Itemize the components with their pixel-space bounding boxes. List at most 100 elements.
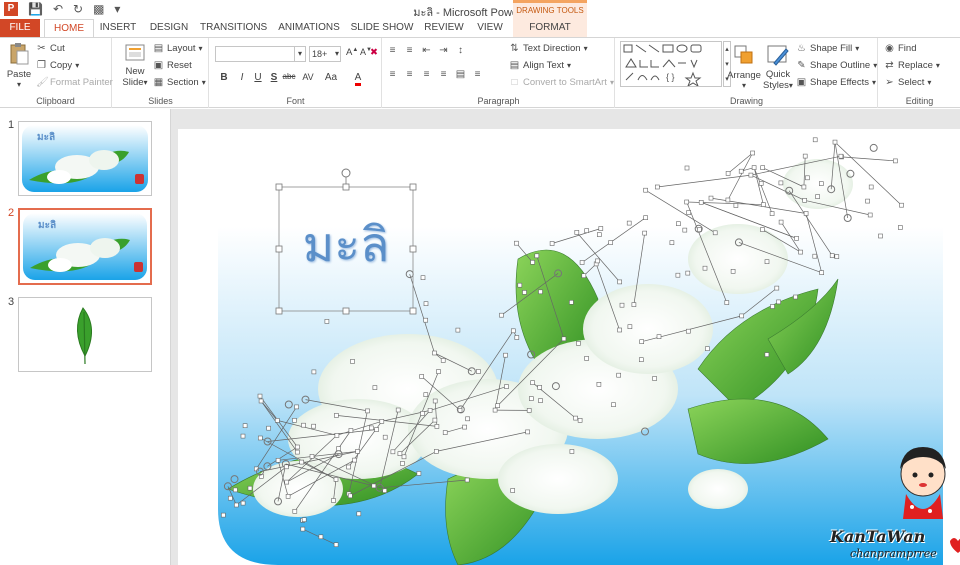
edit-point[interactable] (432, 398, 438, 404)
edit-point[interactable] (247, 485, 253, 491)
tab-transitions[interactable]: TRANSITIONS (200, 19, 267, 37)
edit-point[interactable] (617, 279, 623, 285)
character-spacing-button[interactable]: AV (300, 72, 316, 82)
edit-point[interactable] (764, 352, 770, 357)
font-name-dropdown[interactable]: ▾ (294, 46, 306, 62)
change-case-button[interactable]: Aa (322, 72, 340, 83)
justify-icon[interactable]: ≡ (438, 69, 449, 80)
edit-point[interactable] (240, 433, 246, 439)
edit-point[interactable] (336, 446, 341, 451)
edit-point[interactable] (573, 415, 578, 421)
edit-point[interactable] (423, 392, 429, 398)
tab-view[interactable]: VIEW (472, 19, 508, 37)
edit-point[interactable] (656, 334, 662, 339)
edit-point[interactable] (793, 294, 798, 300)
edit-point[interactable] (619, 302, 625, 308)
edit-point[interactable] (292, 508, 298, 514)
shape-fill-button[interactable]: ♨ Shape Fill ▾ (796, 43, 859, 54)
edit-point[interactable] (419, 374, 424, 379)
edit-point[interactable] (309, 454, 315, 459)
edit-point[interactable] (751, 165, 757, 170)
edit-point[interactable] (778, 180, 784, 186)
edit-point[interactable] (812, 137, 818, 143)
slide-thumbnail-3[interactable] (18, 297, 152, 372)
edit-point[interactable] (838, 153, 844, 159)
edit-point[interactable] (440, 358, 446, 363)
align-center-icon[interactable]: ≡ (404, 69, 415, 80)
edit-point[interactable] (868, 184, 874, 190)
edit-point[interactable] (643, 215, 648, 220)
edit-point[interactable] (598, 226, 604, 231)
edit-point[interactable] (318, 534, 324, 540)
tab-slide-show[interactable]: SLIDE SHOW (350, 19, 414, 37)
edit-point[interactable] (372, 385, 378, 390)
edit-point[interactable] (348, 428, 354, 433)
edit-point[interactable] (395, 407, 401, 413)
rotation-handle[interactable] (869, 143, 878, 152)
edit-point[interactable] (301, 422, 306, 428)
edit-point[interactable] (397, 451, 403, 457)
font-name-box[interactable] (215, 46, 295, 62)
edit-point[interactable] (348, 493, 353, 499)
edit-point[interactable] (865, 198, 870, 204)
edit-point[interactable] (510, 328, 516, 334)
edit-point[interactable] (436, 369, 441, 374)
edit-point[interactable] (669, 240, 675, 245)
columns-icon[interactable]: ▤ (455, 69, 466, 80)
edit-point[interactable] (774, 285, 780, 291)
edit-point[interactable] (750, 150, 755, 156)
edit-point[interactable] (374, 427, 379, 432)
tab-home[interactable]: HOME (44, 19, 94, 38)
edit-point[interactable] (284, 464, 289, 470)
paste-button[interactable]: Paste ▾ (6, 42, 32, 89)
edit-point[interactable] (301, 517, 307, 523)
edit-point[interactable] (803, 211, 809, 216)
edit-point[interactable] (748, 172, 754, 178)
edit-point[interactable] (819, 270, 825, 275)
edit-point[interactable] (324, 319, 330, 324)
edit-point[interactable] (776, 299, 781, 305)
edit-point[interactable] (676, 221, 681, 226)
text-shadow-button[interactable]: S (268, 72, 280, 83)
edit-point[interactable] (537, 384, 542, 390)
edit-point[interactable] (638, 357, 644, 362)
reset-button[interactable]: ▣ Reset (153, 60, 192, 71)
edit-point[interactable] (899, 202, 904, 208)
edit-point[interactable] (761, 202, 766, 207)
edit-point[interactable] (617, 327, 622, 333)
edit-point[interactable] (549, 241, 555, 246)
edit-point[interactable] (420, 275, 426, 280)
numbering-icon[interactable]: ≡ (404, 45, 415, 56)
slide-canvas[interactable]: มะลิ KanTaWan chanpramprree (178, 129, 960, 565)
font-color-button[interactable]: A (350, 72, 366, 86)
edit-point[interactable] (654, 184, 660, 190)
edit-point[interactable] (802, 198, 807, 203)
italic-button[interactable]: I (236, 72, 248, 83)
decrease-indent-icon[interactable]: ⇤ (421, 45, 432, 56)
align-text-button[interactable]: ▤ Align Text ▾ (509, 60, 571, 71)
underline-button[interactable]: U (252, 72, 264, 83)
edit-point[interactable] (275, 457, 281, 463)
edit-point[interactable] (805, 175, 810, 181)
edit-point[interactable] (616, 372, 622, 378)
edit-point[interactable] (294, 404, 299, 410)
edit-point[interactable] (652, 376, 657, 381)
edit-point[interactable] (626, 220, 632, 226)
edit-point[interactable] (371, 483, 377, 489)
line-spacing-icon[interactable]: ↕ (455, 45, 466, 56)
edit-point[interactable] (331, 498, 336, 503)
edit-point[interactable] (356, 511, 362, 517)
edit-point[interactable] (234, 502, 239, 508)
edit-point[interactable] (878, 233, 883, 239)
edit-point[interactable] (423, 301, 429, 306)
edit-point[interactable] (538, 398, 543, 403)
edit-point[interactable] (275, 418, 280, 423)
edit-point[interactable] (686, 210, 692, 215)
shape-effects-button[interactable]: ▣ Shape Effects ▾ (796, 77, 876, 88)
edit-point[interactable] (233, 487, 238, 493)
paragraph-options-icon[interactable]: ≡ (472, 69, 483, 80)
edit-point[interactable] (400, 461, 405, 466)
tab-insert[interactable]: INSERT (98, 19, 138, 37)
edit-point[interactable] (528, 396, 534, 401)
edit-point[interactable] (442, 430, 448, 435)
